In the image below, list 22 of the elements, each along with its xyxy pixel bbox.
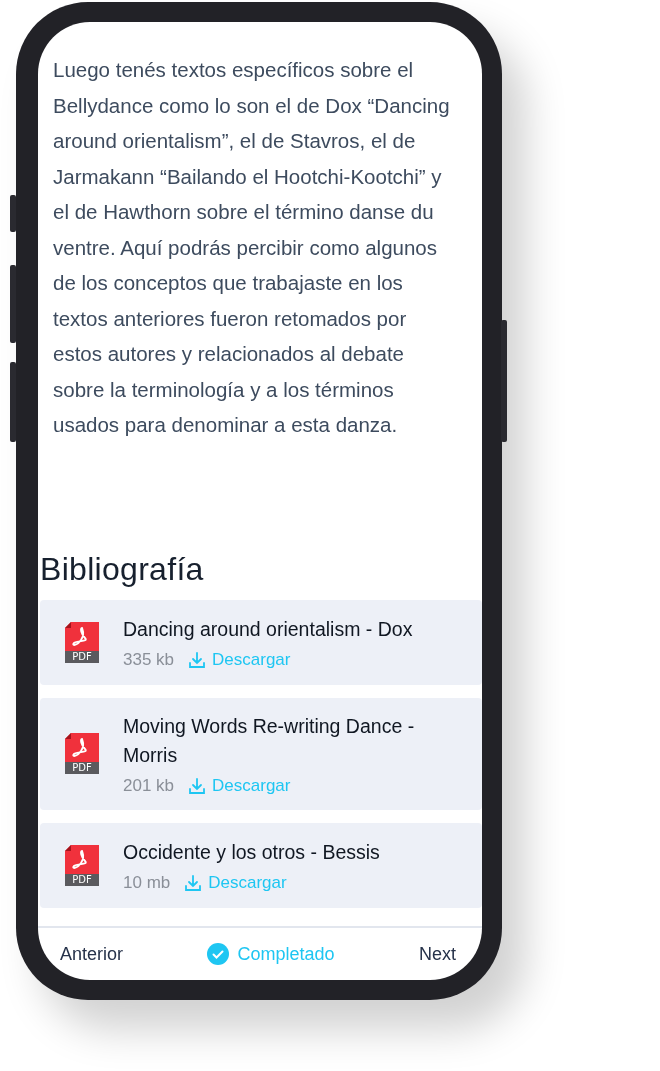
download-icon bbox=[188, 776, 207, 795]
next-button[interactable]: Next bbox=[418, 943, 456, 965]
acrobat-document-icon bbox=[65, 844, 99, 874]
file-title: Dancing around orientalism - Dox bbox=[123, 616, 413, 642]
download-link[interactable]: Descargar bbox=[184, 872, 287, 893]
file-size: 10 mb bbox=[123, 872, 171, 893]
acrobat-document-icon bbox=[65, 621, 99, 651]
download-icon bbox=[188, 650, 207, 669]
download-link[interactable]: Descargar bbox=[188, 775, 291, 796]
file-title: Moving Words Re-writing Dance - Morris bbox=[123, 713, 416, 768]
file-title: Occidente y los otros - Bessis bbox=[123, 839, 380, 865]
acrobat-document-icon bbox=[65, 733, 99, 762]
file-size: 335 kb bbox=[123, 649, 175, 670]
file-size: 201 kb bbox=[123, 775, 175, 796]
previous-button[interactable]: Anterior bbox=[60, 943, 124, 965]
file-type-label: PDF bbox=[65, 762, 99, 774]
section-title: Bibliografía bbox=[40, 550, 205, 588]
download-icon bbox=[184, 873, 203, 892]
complete-button[interactable]: Completado bbox=[207, 943, 335, 965]
download-link[interactable]: Descargar bbox=[188, 649, 291, 670]
check-circle-icon bbox=[207, 943, 230, 965]
body-paragraph: Luego tenés textos específicos sobre el Bellydance como lo son el de Dox “Dancing around orientalism”, el de Stavros, el de Jarmakann “Bailando el Hootchi-Kootchi” y el de Hawthorn sobre el término danse du ventre. Aquí podrás percibir como algunos de los conceptos que trabajaste en los textos anteriores fueron retomados por estos autores y relacionados al debate sobre la terminología y a los términos usados para denominar a esta danza. bbox=[53, 57, 451, 438]
